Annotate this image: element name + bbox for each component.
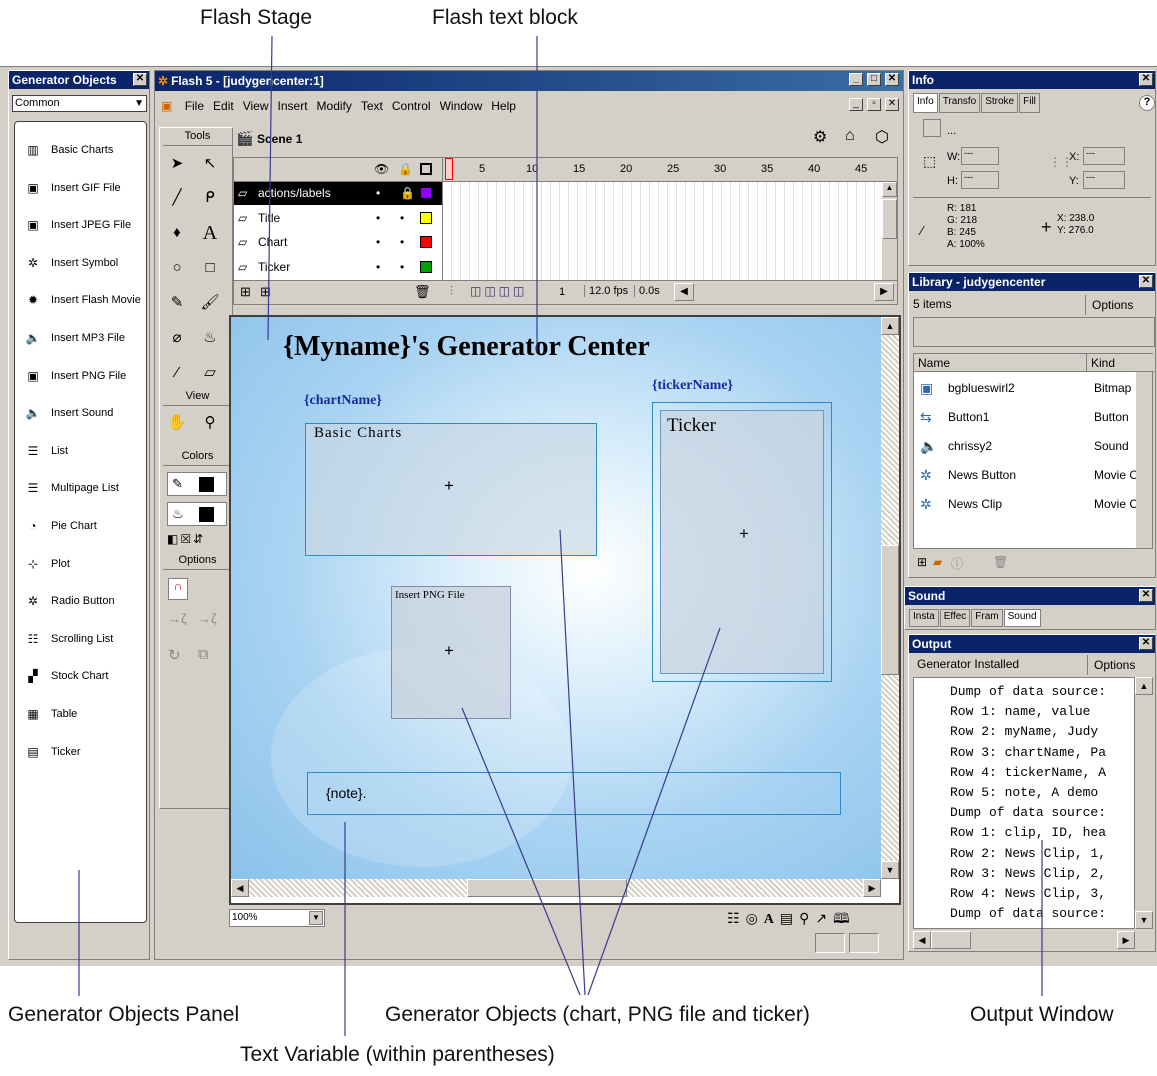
png-pointer bbox=[461, 707, 581, 996]
ticker-pointer bbox=[587, 627, 721, 996]
callout-lines bbox=[78, 35, 1043, 1036]
flash-stage-pointer bbox=[267, 35, 273, 341]
chart-pointer bbox=[559, 529, 586, 996]
